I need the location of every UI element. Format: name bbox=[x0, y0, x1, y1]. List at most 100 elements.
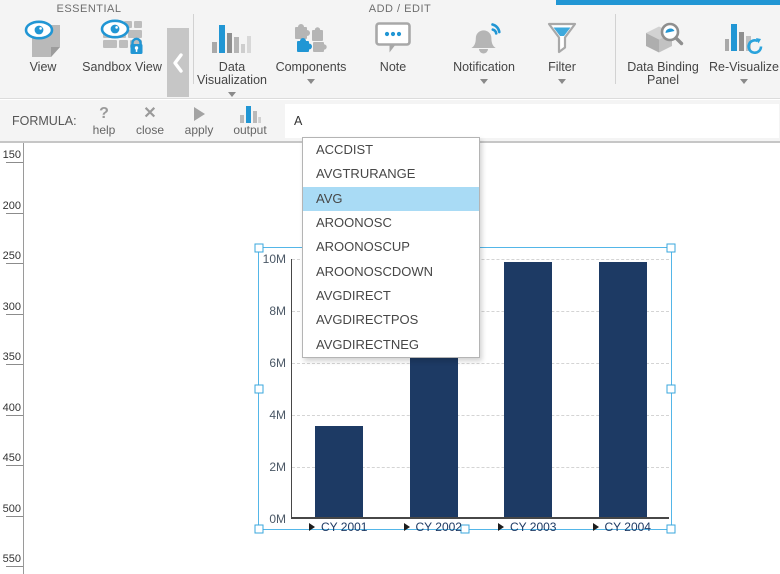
autocomplete-option[interactable]: AVGDIRECTNEG bbox=[303, 333, 479, 357]
chevron-left-icon bbox=[173, 52, 183, 73]
x-axis-tick-label: CY 2003 bbox=[510, 520, 557, 534]
notification-icon bbox=[446, 18, 522, 58]
view-icon bbox=[12, 18, 74, 58]
autocomplete-option[interactable]: AVG bbox=[303, 186, 479, 211]
x-axis-tick-label: CY 2001 bbox=[321, 520, 368, 534]
sandbox-view-button[interactable]: Sandbox View bbox=[78, 18, 166, 74]
x-axis-category[interactable]: CY 2004 bbox=[575, 520, 670, 534]
category-expand-icon[interactable] bbox=[403, 523, 410, 531]
data-visualization-icon bbox=[194, 18, 270, 58]
ruler-tick bbox=[6, 566, 23, 567]
ruler-mark-label: 500 bbox=[2, 502, 21, 515]
x-axis-category[interactable]: CY 2002 bbox=[386, 520, 481, 534]
y-axis-tick-label: 0M bbox=[269, 512, 286, 526]
x-axis-tick-label: CY 2002 bbox=[415, 520, 462, 534]
filter-button[interactable]: Filter bbox=[534, 18, 590, 84]
category-expand-icon[interactable] bbox=[309, 523, 315, 531]
autocomplete-option[interactable]: AVGDIRECTPOS bbox=[303, 308, 479, 332]
ruler-tick bbox=[6, 515, 23, 517]
x-axis-tick-label: CY 2004 bbox=[604, 520, 651, 534]
re-visualize-label: Re-Visualize bbox=[709, 60, 779, 74]
ruler-tick bbox=[6, 162, 23, 163]
data-visualization-button[interactable]: Data Visualization bbox=[194, 18, 270, 97]
note-label: Note bbox=[379, 60, 407, 74]
ruler-tick bbox=[6, 364, 23, 365]
autocomplete-option[interactable]: AVGDIRECT bbox=[303, 284, 479, 308]
chart-bar[interactable] bbox=[598, 262, 647, 517]
apply-label: apply bbox=[184, 123, 214, 137]
autocomplete-option[interactable]: AROONOSC bbox=[303, 211, 479, 235]
output-icon bbox=[227, 104, 273, 123]
ruler-mark-label: 200 bbox=[2, 199, 21, 212]
category-expand-icon[interactable] bbox=[498, 523, 504, 531]
components-button[interactable]: Components bbox=[272, 18, 350, 84]
ruler-tick bbox=[6, 263, 23, 264]
resize-handle-ne[interactable] bbox=[666, 243, 676, 253]
sandbox-view-label: Sandbox View bbox=[82, 60, 162, 74]
ruler: 150 200 250 300 350 400 450 500 550 bbox=[0, 143, 24, 574]
data-visualization-label: Data Visualization bbox=[197, 60, 267, 87]
help-icon: ? bbox=[99, 105, 109, 122]
ruler-axis-line bbox=[23, 143, 24, 574]
y-axis-tick-label: 10M bbox=[262, 252, 286, 266]
ribbon-accent-bar bbox=[556, 0, 780, 5]
formula-help-button[interactable]: ? help bbox=[81, 104, 127, 137]
ribbon-toolbar: ESSENTIAL ADD / EDIT View Sandbox View D… bbox=[0, 0, 780, 99]
autocomplete-option[interactable]: AROONOSCUP bbox=[303, 235, 479, 259]
filter-icon bbox=[534, 18, 590, 58]
data-visualization-dropdown-icon[interactable] bbox=[228, 92, 236, 97]
ruler-tick bbox=[6, 414, 23, 416]
ruler-mark-label: 300 bbox=[2, 300, 21, 313]
ruler-mark-label: 550 bbox=[2, 553, 21, 565]
notification-button[interactable]: Notification bbox=[446, 18, 522, 84]
category-expand-icon[interactable] bbox=[592, 523, 599, 531]
filter-label: Filter bbox=[548, 60, 576, 74]
re-visualize-button[interactable]: Re-Visualize bbox=[706, 18, 780, 84]
view-button[interactable]: View bbox=[12, 18, 74, 74]
chart-bar[interactable] bbox=[409, 358, 458, 517]
close-label: close bbox=[135, 123, 164, 137]
close-icon: ✕ bbox=[143, 105, 157, 122]
formula-autocomplete[interactable]: ACCDIST AVGTRURANGE AVG AROONOSC AROONOSCUP A… bbox=[302, 137, 480, 358]
ribbon-group-addedit-label: ADD / EDIT bbox=[368, 3, 432, 15]
autocomplete-option[interactable]: AROONOSCDOWN bbox=[303, 260, 479, 284]
components-dropdown-icon[interactable] bbox=[307, 79, 315, 84]
output-label: output bbox=[233, 123, 267, 137]
note-icon bbox=[360, 18, 426, 58]
formula-close-button[interactable]: ✕ close bbox=[127, 104, 173, 137]
re-visualize-dropdown-icon[interactable] bbox=[740, 79, 748, 84]
autocomplete-option[interactable]: AVGTRURANGE bbox=[303, 162, 479, 186]
filter-dropdown-icon[interactable] bbox=[558, 79, 566, 84]
ribbon-separator bbox=[615, 14, 616, 84]
ruler-mark-label: 350 bbox=[2, 351, 21, 363]
y-axis-tick-label: 6M bbox=[269, 356, 286, 370]
resize-handle-w[interactable] bbox=[254, 384, 264, 393]
components-icon bbox=[272, 18, 350, 58]
data-binding-panel-button[interactable]: Data Binding Panel bbox=[620, 18, 706, 87]
re-visualize-icon bbox=[706, 18, 780, 58]
formula-input[interactable] bbox=[285, 104, 779, 138]
chart-bar[interactable] bbox=[504, 262, 553, 517]
components-label: Components bbox=[275, 60, 347, 74]
notification-label: Notification bbox=[453, 60, 515, 74]
notification-dropdown-icon[interactable] bbox=[480, 79, 488, 84]
sandbox-view-icon bbox=[78, 18, 166, 58]
formula-output-button[interactable]: output bbox=[227, 104, 273, 137]
view-label: View bbox=[29, 60, 57, 74]
ruler-mark-label: 450 bbox=[2, 452, 21, 464]
x-axis-category[interactable]: CY 2003 bbox=[480, 520, 575, 534]
note-button[interactable]: Note bbox=[360, 18, 426, 74]
help-label: help bbox=[92, 123, 116, 137]
autocomplete-option[interactable]: ACCDIST bbox=[303, 138, 479, 162]
data-binding-panel-label: Data Binding Panel bbox=[627, 60, 699, 87]
apply-icon bbox=[176, 104, 222, 123]
ruler-mark-label: 250 bbox=[2, 250, 21, 262]
ruler-mark-label: 150 bbox=[2, 149, 21, 161]
y-axis-tick-label: 4M bbox=[269, 408, 286, 422]
x-axis-category[interactable]: CY 2001 bbox=[291, 520, 386, 534]
ribbon-collapse-button[interactable] bbox=[167, 28, 189, 97]
ruler-mark-label: 400 bbox=[2, 401, 21, 414]
formula-apply-button[interactable]: apply bbox=[176, 104, 222, 137]
chart-bar[interactable] bbox=[315, 426, 364, 517]
ruler-tick bbox=[6, 313, 23, 315]
